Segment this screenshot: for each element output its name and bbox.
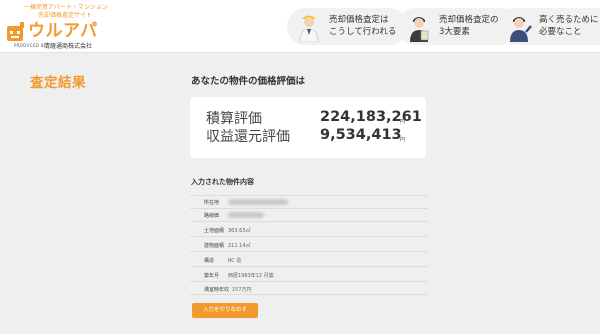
site-header: 一棟売買アパート・マンション 売却価格査定サイト ウルアパ PRODUCED B… [0, 0, 600, 53]
redacted-route-price-value [228, 212, 264, 218]
brand-name: ウルアパ [28, 21, 98, 41]
businessman-clipboard-icon [410, 17, 429, 42]
divider [190, 251, 428, 252]
entered-property-heading: 入力された物件内容 [191, 178, 254, 186]
nav-how-appraisal-works[interactable]: 売却価格査定は こうして行われる [287, 8, 408, 45]
row-label-building-area: 建物面積 [204, 243, 225, 249]
nav-how-to-sell-high[interactable]: 高く売るために 必要なこと [497, 8, 600, 45]
divider [190, 221, 428, 222]
row-label-annual-income: 満室時年収 [204, 287, 230, 293]
worker-person-icon [299, 15, 319, 42]
integrated-valuation-unit: 円 [400, 119, 406, 125]
site-logo[interactable]: 一棟売買アパート・マンション 売却価格査定サイト ウルアパ PRODUCED B… [6, 3, 121, 50]
appraisal-result-title: 査定結果 [30, 75, 86, 91]
row-label-land-area: 土地面積 [204, 228, 225, 234]
divider [190, 236, 428, 237]
nav-text: 売却価格査定の 3大要素 [439, 15, 499, 37]
produced-by-label: PRODUCED BY [14, 43, 47, 48]
row-value-building-area: 211.14㎡ [228, 243, 251, 249]
income-valuation-value: 9,534,413 [320, 127, 402, 143]
row-value-built-date: 西暦1983年12 月築 [228, 273, 274, 279]
row-value-structure: RC 造 [228, 258, 242, 264]
redacted-location-value [228, 199, 288, 205]
nav-text: 売却価格査定は こうして行われる [329, 15, 397, 37]
result-heading: あなたの物件の価格評価は [191, 76, 306, 87]
divider [190, 294, 428, 295]
row-label-structure: 構造 [204, 258, 215, 264]
businessman-pointing-icon [510, 17, 532, 42]
site-tagline: 一棟売買アパート・マンション 売却価格査定サイト [24, 4, 108, 19]
row-value-annual-income: 157万円 [232, 287, 252, 293]
row-label-built-date: 築年月 [204, 273, 220, 279]
row-label-location: 所在地 [204, 200, 220, 206]
valuation-card: 積算評価 224,183,261 円 収益還元評価 9,534,413 円 [190, 97, 426, 158]
company-name: 清薩通商株式会社 [44, 43, 93, 50]
row-value-land-area: 363.63㎡ [228, 228, 251, 234]
divider [190, 281, 428, 282]
divider [190, 266, 428, 267]
integrated-valuation-value: 224,183,261 [320, 109, 422, 125]
redo-input-button[interactable]: 入力をやりなおす [192, 303, 258, 318]
income-valuation-unit: 円 [400, 137, 406, 143]
row-label-route-price: 路線価 [204, 213, 220, 219]
divider [190, 195, 428, 196]
mascot-icon [7, 22, 24, 41]
income-valuation-label: 収益還元評価 [206, 129, 290, 145]
nav-text: 高く売るために 必要なこと [539, 15, 599, 37]
divider [190, 208, 428, 209]
integrated-valuation-label: 積算評価 [206, 111, 262, 127]
